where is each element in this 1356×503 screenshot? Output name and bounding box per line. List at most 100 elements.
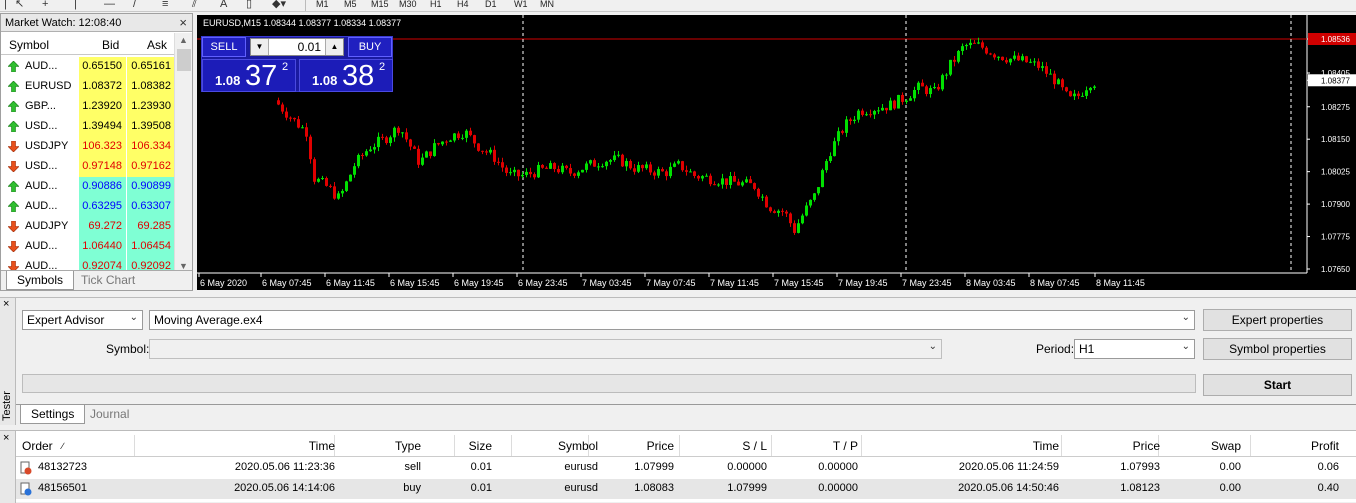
symbol-select[interactable]: ⌄ xyxy=(149,339,942,359)
volume-up-icon[interactable]: ▲ xyxy=(325,39,343,55)
buy-price-button[interactable]: 1.08 38 2 xyxy=(299,59,393,92)
text-tool-icon[interactable]: A xyxy=(220,0,227,11)
candle-body xyxy=(865,114,868,116)
scroll-up-icon[interactable]: ▲ xyxy=(179,35,188,45)
timeframe-w1-button[interactable]: W1 xyxy=(514,0,528,10)
candle-body xyxy=(405,132,408,140)
candle-body xyxy=(657,169,660,176)
close-icon[interactable]: × xyxy=(3,298,9,310)
market-watch-row[interactable]: AUD... 0.63295 0.63307 xyxy=(1,197,174,217)
volume-down-icon[interactable]: ▼ xyxy=(251,39,269,55)
order-cell-6: 1.07999 xyxy=(727,482,767,494)
orders-side-bar: × xyxy=(0,431,16,503)
orders-column-5-header[interactable]: Price xyxy=(647,439,674,453)
market-watch-row[interactable]: USD... 0.97148 0.97162 xyxy=(1,157,174,177)
timeframe-m1-button[interactable]: M1 xyxy=(316,0,329,10)
symbol-column-header[interactable]: Symbol xyxy=(9,38,49,52)
close-icon[interactable]: × xyxy=(3,432,9,444)
price-chart[interactable]: 1.08536 1.08405 1.08377 1.08275 1.08150 1.080… xyxy=(197,15,1356,290)
vertical-line-icon[interactable]: | xyxy=(74,0,77,11)
order-row[interactable]: 48132723 2020.05.06 11:23:36 sell 0.01 eurus… xyxy=(16,458,1356,478)
symbol-name: AUD... xyxy=(25,60,58,72)
arrows-dropdown-icon[interactable]: ◆▾ xyxy=(272,0,286,11)
order-cell-5: 1.07999 xyxy=(634,461,674,473)
price-axis-label: 1.08150 xyxy=(1321,135,1350,144)
volume-field[interactable]: ▼ 0.01 ▲ xyxy=(250,38,344,56)
orders-column-7-header[interactable]: T / P xyxy=(833,439,858,453)
text-label-icon[interactable]: ▯ xyxy=(246,0,252,11)
orders-column-8-header[interactable]: Time xyxy=(1033,439,1059,453)
time-axis-label: 6 May 23:45 xyxy=(518,278,568,288)
trendline-icon[interactable]: / xyxy=(133,0,136,11)
fibonacci-icon[interactable]: ≡ xyxy=(162,0,168,11)
candle-body xyxy=(941,75,944,90)
orders-column-11-header[interactable]: Profit xyxy=(1311,439,1339,453)
tab-tick-chart[interactable]: Tick Chart xyxy=(71,271,145,290)
timeframe-h4-button[interactable]: H4 xyxy=(457,0,469,10)
tab-symbols[interactable]: Symbols xyxy=(6,271,75,290)
market-watch-row[interactable]: AUD... 0.65150 0.65161 xyxy=(1,57,174,77)
price-axis-label: 1.08377 xyxy=(1321,76,1350,85)
cursor-icon[interactable]: ↖ xyxy=(15,0,24,11)
candle-body xyxy=(373,147,376,150)
ask-value: 0.97162 xyxy=(131,160,171,172)
candle-body xyxy=(533,174,536,178)
market-watch-row[interactable]: AUDJPY 69.272 69.285 xyxy=(1,217,174,237)
market-watch-row[interactable]: AUD... 0.90886 0.90899 xyxy=(1,177,174,197)
tab-settings[interactable]: Settings xyxy=(20,405,86,424)
expert-advisor-select[interactable]: Moving Average.ex4 ⌄ xyxy=(149,310,1195,330)
candle-body xyxy=(453,133,456,141)
candle-body xyxy=(1049,73,1052,75)
orders-column-4-header[interactable]: Symbol xyxy=(558,439,598,453)
buy-button[interactable]: BUY xyxy=(348,37,392,57)
sell-price-button[interactable]: 1.08 37 2 xyxy=(202,59,296,92)
bid-value: 1.39494 xyxy=(82,120,122,132)
orders-column-1-header[interactable]: Time xyxy=(309,439,335,453)
sell-price-sup: 2 xyxy=(282,61,289,73)
orders-column-3-header[interactable]: Size xyxy=(469,439,492,453)
market-watch-row[interactable]: USDJPY 106.323 106.334 xyxy=(1,137,174,157)
close-icon[interactable]: × xyxy=(179,15,187,30)
candle-body xyxy=(761,196,764,198)
timeframe-h1-button[interactable]: H1 xyxy=(430,0,442,10)
candle-body xyxy=(813,193,816,200)
period-label: Period: xyxy=(1036,342,1075,356)
timeframe-m15-button[interactable]: M15 xyxy=(371,0,389,10)
market-watch-row[interactable]: AUD... 1.06440 1.06454 xyxy=(1,237,174,257)
channel-icon[interactable]: ⫽ xyxy=(192,0,197,11)
volume-value[interactable]: 0.01 xyxy=(298,40,321,54)
chevron-down-icon: ⌄ xyxy=(129,312,138,323)
scroll-thumb[interactable] xyxy=(177,49,191,71)
candle-body xyxy=(473,135,476,144)
candle-body xyxy=(765,196,768,208)
timeframe-mn-button[interactable]: MN xyxy=(540,0,554,10)
time-axis-label: 7 May 11:45 xyxy=(710,278,759,288)
tester-type-select[interactable]: Expert Advisor ⌄ xyxy=(22,310,143,330)
timeframe-m30-button[interactable]: M30 xyxy=(399,0,417,10)
orders-column-10-header[interactable]: Swap xyxy=(1211,439,1241,453)
candle-body xyxy=(705,175,708,177)
ask-column-header[interactable]: Ask xyxy=(147,38,167,52)
timeframe-m5-button[interactable]: M5 xyxy=(344,0,357,10)
market-watch-row[interactable]: USD... 1.39494 1.39508 xyxy=(1,117,174,137)
timeframe-d1-button[interactable]: D1 xyxy=(485,0,497,10)
period-select[interactable]: H1 ⌄ xyxy=(1074,339,1195,359)
crosshair-icon[interactable]: + xyxy=(42,0,48,11)
candle-body xyxy=(393,127,396,138)
orders-column-9-header[interactable]: Price xyxy=(1133,439,1160,453)
order-row[interactable]: 48156501 2020.05.06 14:14:06 buy 0.01 eurusd… xyxy=(16,479,1356,499)
expert-properties-button[interactable]: Expert properties xyxy=(1203,309,1352,331)
sell-button[interactable]: SELL xyxy=(202,37,246,57)
orders-column-6-header[interactable]: S / L xyxy=(742,439,767,453)
candle-body xyxy=(809,199,812,206)
market-watch-scrollbar[interactable]: ▲ ▼ xyxy=(174,33,192,271)
bid-column-header[interactable]: Bid xyxy=(102,38,119,52)
orders-column-0-header[interactable]: Order xyxy=(22,439,53,453)
market-watch-row[interactable]: EURUSD 1.08372 1.08382 xyxy=(1,77,174,97)
tab-journal[interactable]: Journal xyxy=(80,405,139,424)
horizontal-line-icon[interactable]: — xyxy=(104,0,115,11)
symbol-properties-button[interactable]: Symbol properties xyxy=(1203,338,1352,360)
market-watch-row[interactable]: GBP... 1.23920 1.23930 xyxy=(1,97,174,117)
start-button[interactable]: Start xyxy=(1203,374,1352,396)
orders-column-2-header[interactable]: Type xyxy=(395,439,421,453)
